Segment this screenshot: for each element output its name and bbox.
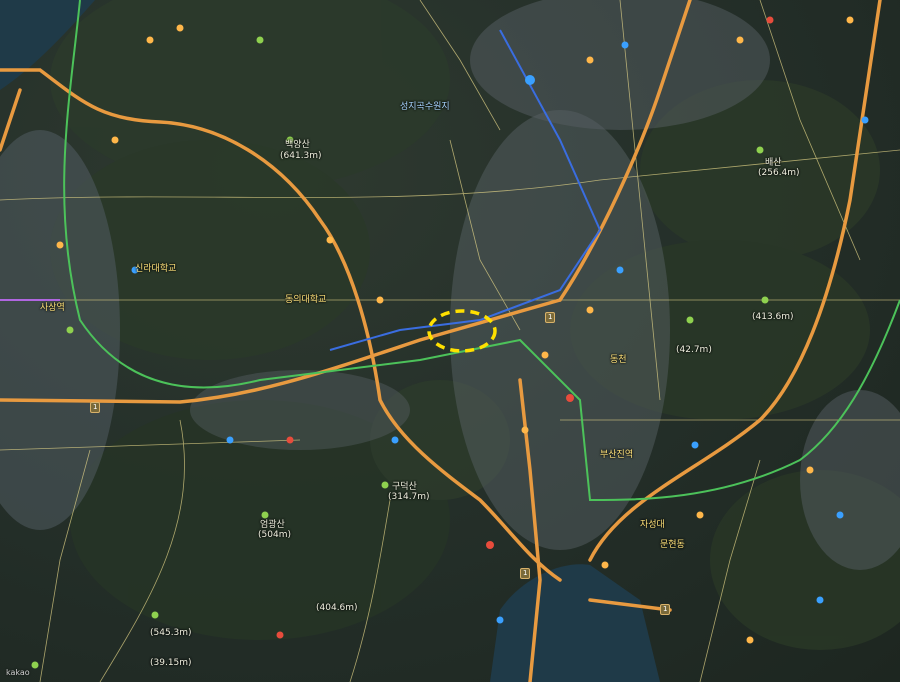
station-label[interactable]: 부산진역 bbox=[600, 450, 633, 461]
place-label[interactable]: 동천 bbox=[610, 355, 627, 366]
terrain bbox=[0, 0, 900, 650]
place-label[interactable]: 동의대학교 bbox=[285, 295, 326, 306]
route-shield: 1 bbox=[545, 312, 556, 323]
station-label[interactable]: 사상역 bbox=[40, 303, 65, 314]
satellite-map[interactable]: 백양산 (641.3m) 배산 (256.4m) (413.6m) 구덕산 (3… bbox=[0, 0, 900, 682]
place-label[interactable]: 자성대 bbox=[640, 520, 665, 531]
peak-elevation: (641.3m) bbox=[280, 151, 322, 161]
peak-elevation: (413.6m) bbox=[752, 312, 794, 322]
peak-elevation: (545.3m) bbox=[150, 628, 192, 638]
water-label: 성지곡수원지 bbox=[400, 102, 450, 112]
route-shield: 1 bbox=[520, 568, 531, 579]
route-shield: 1 bbox=[90, 402, 101, 413]
place-label[interactable]: 문현동 bbox=[660, 540, 685, 551]
peak-elevation: (256.4m) bbox=[758, 168, 800, 178]
map-graphics bbox=[0, 0, 900, 682]
peak-elevation: (42.7m) bbox=[676, 345, 712, 355]
harbor-water bbox=[490, 564, 660, 682]
peak-elevation: (504m) bbox=[258, 530, 291, 540]
kakao-logo: kakao bbox=[6, 668, 30, 677]
peak-elevation: (314.7m) bbox=[388, 492, 430, 502]
peak-elevation: (404.6m) bbox=[316, 603, 358, 613]
route-shield: 1 bbox=[660, 604, 671, 615]
peak-elevation: (39.15m) bbox=[150, 658, 192, 668]
place-label[interactable]: 신라대학교 bbox=[135, 264, 176, 275]
peak-label: 백양산 bbox=[285, 140, 310, 150]
